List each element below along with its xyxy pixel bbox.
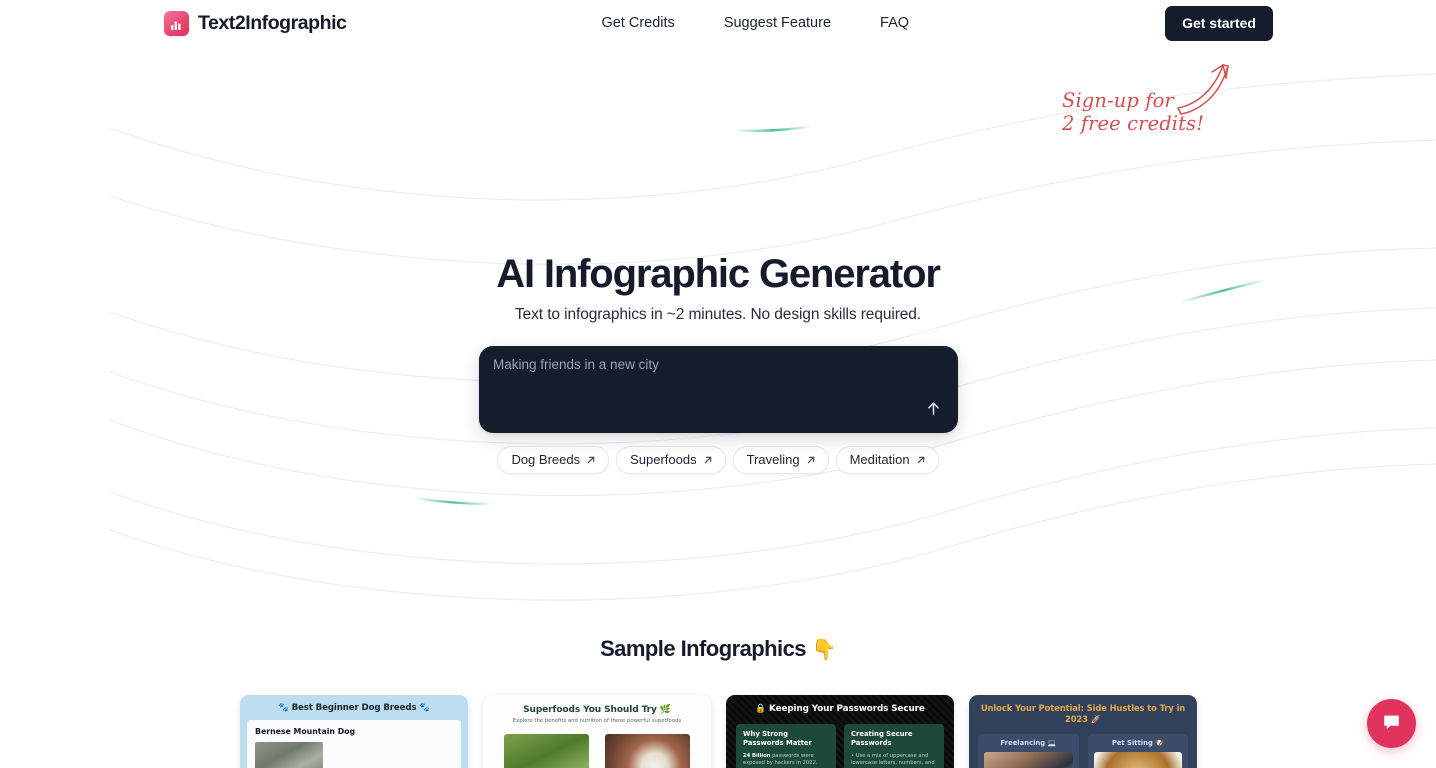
hustle-panels: Freelancing 💻 Pet Sitting 🐶 bbox=[978, 733, 1188, 768]
smoothie-bowl-photo-thumbnail bbox=[605, 734, 690, 768]
brand-name: Text2Infographic bbox=[198, 11, 347, 34]
freelancing-photo-thumbnail bbox=[984, 751, 1073, 768]
hustle-panel: Freelancing 💻 bbox=[978, 733, 1079, 768]
chip-label: Superfoods bbox=[630, 452, 697, 467]
arrow-up-right-icon bbox=[806, 455, 816, 465]
curved-arrow-up-right-icon bbox=[1177, 64, 1229, 115]
pointing-down-icon: 👇 bbox=[811, 637, 837, 661]
panel-highlight: 24 Billion bbox=[743, 752, 771, 759]
main-nav: Get Credits Suggest Feature FAQ bbox=[601, 15, 909, 31]
pet-sitting-photo-thumbnail bbox=[1093, 751, 1182, 768]
kale-photo-thumbnail bbox=[504, 734, 589, 768]
prompt-submit-button[interactable] bbox=[920, 397, 946, 423]
chip-traveling[interactable]: Traveling bbox=[732, 446, 829, 474]
hustle-panel: Pet Sitting 🐶 bbox=[1087, 733, 1188, 768]
hero-section: AI Infographic Generator Text to infogra… bbox=[0, 252, 1436, 324]
get-started-button[interactable]: Get started bbox=[1165, 5, 1273, 41]
sample-card-item-title: Bernese Mountain Dog bbox=[255, 727, 356, 736]
sample-card-passwords[interactable]: 🔒 Keeping Your Passwords Secure Why Stro… bbox=[726, 695, 954, 768]
chip-meditation[interactable]: Meditation bbox=[835, 446, 939, 474]
prompt-box bbox=[479, 346, 958, 433]
prompt-area bbox=[479, 346, 958, 433]
sample-card-title: 🐾 Best Beginner Dog Breeds 🐾 bbox=[278, 703, 430, 713]
arrow-up-right-icon bbox=[916, 455, 926, 465]
nav-link-faq[interactable]: FAQ bbox=[880, 15, 909, 31]
chip-superfoods[interactable]: Superfoods bbox=[616, 446, 726, 474]
suggestion-chips: Dog Breeds Superfoods Traveling Meditati… bbox=[0, 446, 1436, 474]
arrow-up-icon bbox=[925, 400, 942, 420]
page-root: Text2Infographic Get Credits Suggest Fea… bbox=[0, 0, 1436, 768]
panel-title: Freelancing 💻 bbox=[1000, 738, 1056, 747]
chat-bubble-icon bbox=[1381, 712, 1402, 736]
annotation-line-1: Sign-up for bbox=[1062, 89, 1174, 112]
chip-label: Traveling bbox=[746, 452, 800, 467]
samples-heading-text: Sample Infographics bbox=[600, 636, 806, 661]
chat-widget-button[interactable] bbox=[1367, 699, 1416, 748]
sample-card-superfoods[interactable]: Superfoods You Should Try 🌿 Explore the … bbox=[483, 695, 711, 768]
samples-heading: Sample Infographics 👇 bbox=[0, 636, 1436, 662]
sample-card-subtitle: Explore the benefits and nutrition of th… bbox=[512, 718, 682, 724]
sample-card-title: Unlock Your Potential: Side Hustles to T… bbox=[980, 703, 1186, 725]
nav-link-suggest-feature[interactable]: Suggest Feature bbox=[724, 15, 831, 31]
panel-title: Creating Secure Passwords bbox=[851, 730, 913, 747]
sample-card-side-hustles[interactable]: Unlock Your Potential: Side Hustles to T… bbox=[969, 695, 1197, 768]
password-panels: Why Strong Passwords Matter 24 Billion p… bbox=[736, 724, 944, 768]
chip-label: Meditation bbox=[849, 452, 910, 467]
panel-body: • Use a mix of uppercase and lowercase l… bbox=[851, 752, 935, 768]
header-cta-wrap: Get started bbox=[1165, 5, 1273, 41]
prompt-input[interactable] bbox=[493, 355, 933, 401]
chip-label: Dog Breeds bbox=[511, 452, 581, 467]
hero-subtitle: Text to infographics in ~2 minutes. No d… bbox=[514, 305, 922, 323]
password-panel: Why Strong Passwords Matter 24 Billion p… bbox=[736, 724, 836, 768]
sample-card-dog-breeds[interactable]: 🐾 Best Beginner Dog Breeds 🐾 Bernese Mou… bbox=[240, 695, 468, 768]
password-panel: Creating Secure Passwords • Use a mix of… bbox=[844, 724, 944, 768]
page-title: AI Infographic Generator bbox=[496, 252, 941, 296]
sample-card-title: Superfoods You Should Try 🌿 bbox=[523, 705, 671, 715]
annotation-line-2: 2 free credits! bbox=[1062, 112, 1205, 135]
panel-body: 24 Billion passwords were exposed by hac… bbox=[743, 753, 829, 768]
sample-card-inner-panel: Bernese Mountain Dog bbox=[247, 720, 461, 768]
panel-title: Why Strong Passwords Matter bbox=[743, 730, 812, 747]
dog-photo-thumbnail bbox=[255, 742, 323, 768]
superfood-photos bbox=[495, 734, 699, 768]
signup-annotation: Sign-up for 2 free credits! bbox=[1040, 58, 1270, 156]
brand-logo[interactable]: Text2Infographic bbox=[164, 10, 347, 36]
panel-title: Pet Sitting 🐶 bbox=[1111, 738, 1164, 747]
arrow-up-right-icon bbox=[703, 455, 713, 465]
bar-chart-icon bbox=[164, 10, 189, 36]
arrow-up-right-icon bbox=[586, 455, 596, 465]
nav-link-get-credits[interactable]: Get Credits bbox=[601, 15, 674, 31]
sample-card-title: 🔒 Keeping Your Passwords Secure bbox=[755, 704, 925, 714]
chip-dog-breeds[interactable]: Dog Breeds bbox=[497, 446, 610, 474]
samples-row: 🐾 Best Beginner Dog Breeds 🐾 Bernese Mou… bbox=[240, 695, 1200, 768]
site-header: Text2Infographic Get Credits Suggest Fea… bbox=[0, 0, 1436, 46]
